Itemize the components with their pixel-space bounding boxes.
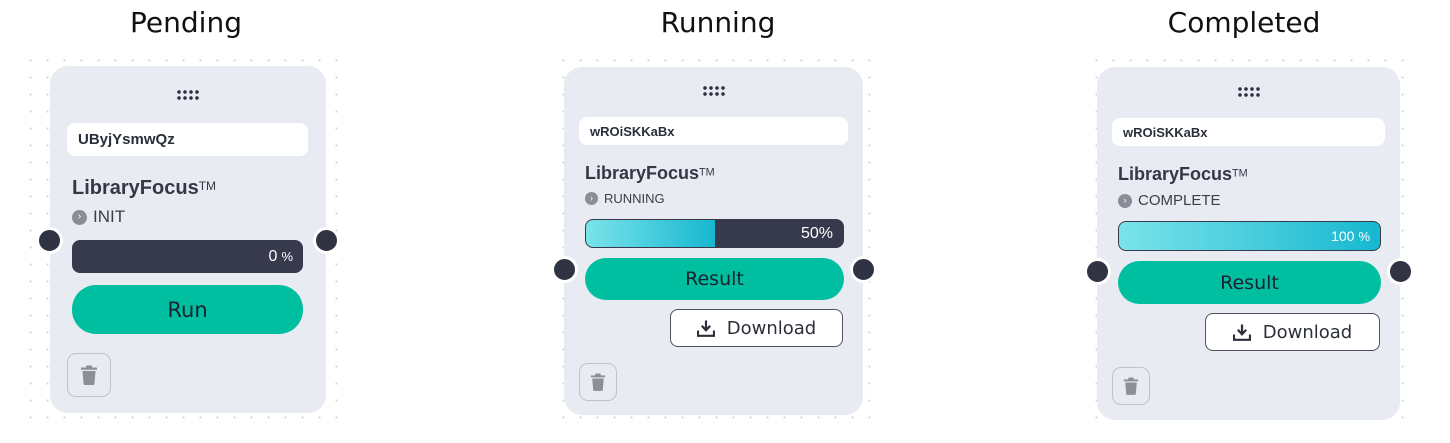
progress-bar: 0% [72, 240, 303, 273]
result-button[interactable]: Result [1118, 261, 1381, 304]
chevron-right-circle-icon: › [585, 192, 598, 205]
status-text: INIT [93, 207, 126, 226]
input-port[interactable] [551, 256, 578, 283]
trademark-symbol: TM [699, 166, 715, 179]
result-button[interactable]: Result [585, 258, 844, 300]
state-title-pending: Pending [130, 6, 242, 39]
chevron-right-circle-icon: › [72, 209, 87, 225]
percent-sign: % [1358, 228, 1370, 244]
state-title-completed: Completed [1167, 6, 1321, 39]
progress-bar: 100% [1118, 221, 1381, 251]
download-label: Download [726, 317, 817, 339]
node-name-text: LibraryFocus [1118, 164, 1233, 184]
progress-fill [586, 220, 715, 247]
progress-value: 100 [1331, 228, 1355, 244]
output-port[interactable] [313, 227, 340, 254]
node-name-text: LibraryFocus [585, 163, 700, 183]
progress-value: 50% [800, 224, 833, 242]
node-name: LibraryFocusTM [585, 163, 715, 184]
download-button[interactable]: Download [1205, 313, 1380, 351]
drag-handle-icon[interactable] [176, 89, 200, 101]
state-title-running: Running [660, 6, 776, 39]
progress-label: 0% [269, 240, 293, 273]
run-button[interactable]: Run [72, 285, 303, 334]
delete-button[interactable] [579, 363, 617, 401]
delete-button[interactable] [1112, 367, 1150, 405]
node-id-field[interactable]: UByjYsmwQz [67, 123, 308, 156]
status-text: COMPLETE [1138, 192, 1221, 209]
node-name-text: LibraryFocus [72, 177, 199, 199]
progress-label: 50% [801, 220, 833, 247]
drag-handle-icon[interactable] [1236, 86, 1261, 98]
input-port[interactable] [36, 227, 63, 254]
percent-sign: % [281, 249, 293, 264]
status-row: › INIT [72, 207, 125, 227]
download-icon [1232, 324, 1251, 341]
progress-label: 100% [1331, 222, 1370, 250]
chevron-right-circle-icon: › [1118, 193, 1132, 208]
download-button[interactable]: Download [670, 309, 843, 347]
trademark-symbol: TM [1232, 167, 1248, 180]
input-port[interactable] [1084, 258, 1111, 285]
status-text: RUNNING [604, 191, 665, 206]
trademark-symbol: TM [198, 178, 217, 193]
node-card-running[interactable]: wROiSKKaBx LibraryFocusTM › RUNNING 50% … [564, 67, 863, 415]
trash-icon [590, 373, 606, 391]
output-port[interactable] [850, 256, 877, 283]
drag-handle-icon[interactable] [701, 85, 726, 97]
status-row: › COMPLETE [1118, 192, 1221, 209]
node-name: LibraryFocusTM [72, 177, 216, 200]
trash-icon [81, 365, 97, 385]
download-label: Download [1262, 321, 1353, 343]
trash-icon [1123, 377, 1139, 395]
node-id-field[interactable]: wROiSKKaBx [579, 117, 848, 145]
download-icon [696, 320, 715, 337]
output-port[interactable] [1387, 258, 1414, 285]
progress-value: 0 [268, 247, 278, 265]
node-id-field[interactable]: wROiSKKaBx [1112, 118, 1385, 146]
node-name: LibraryFocusTM [1118, 164, 1248, 185]
progress-bar: 50% [585, 219, 844, 248]
status-row: › RUNNING [585, 191, 665, 206]
delete-button[interactable] [67, 353, 111, 397]
node-card-pending[interactable]: UByjYsmwQz LibraryFocusTM › INIT 0% Run [50, 66, 326, 413]
node-card-completed[interactable]: wROiSKKaBx LibraryFocusTM › COMPLETE 100… [1097, 67, 1400, 420]
